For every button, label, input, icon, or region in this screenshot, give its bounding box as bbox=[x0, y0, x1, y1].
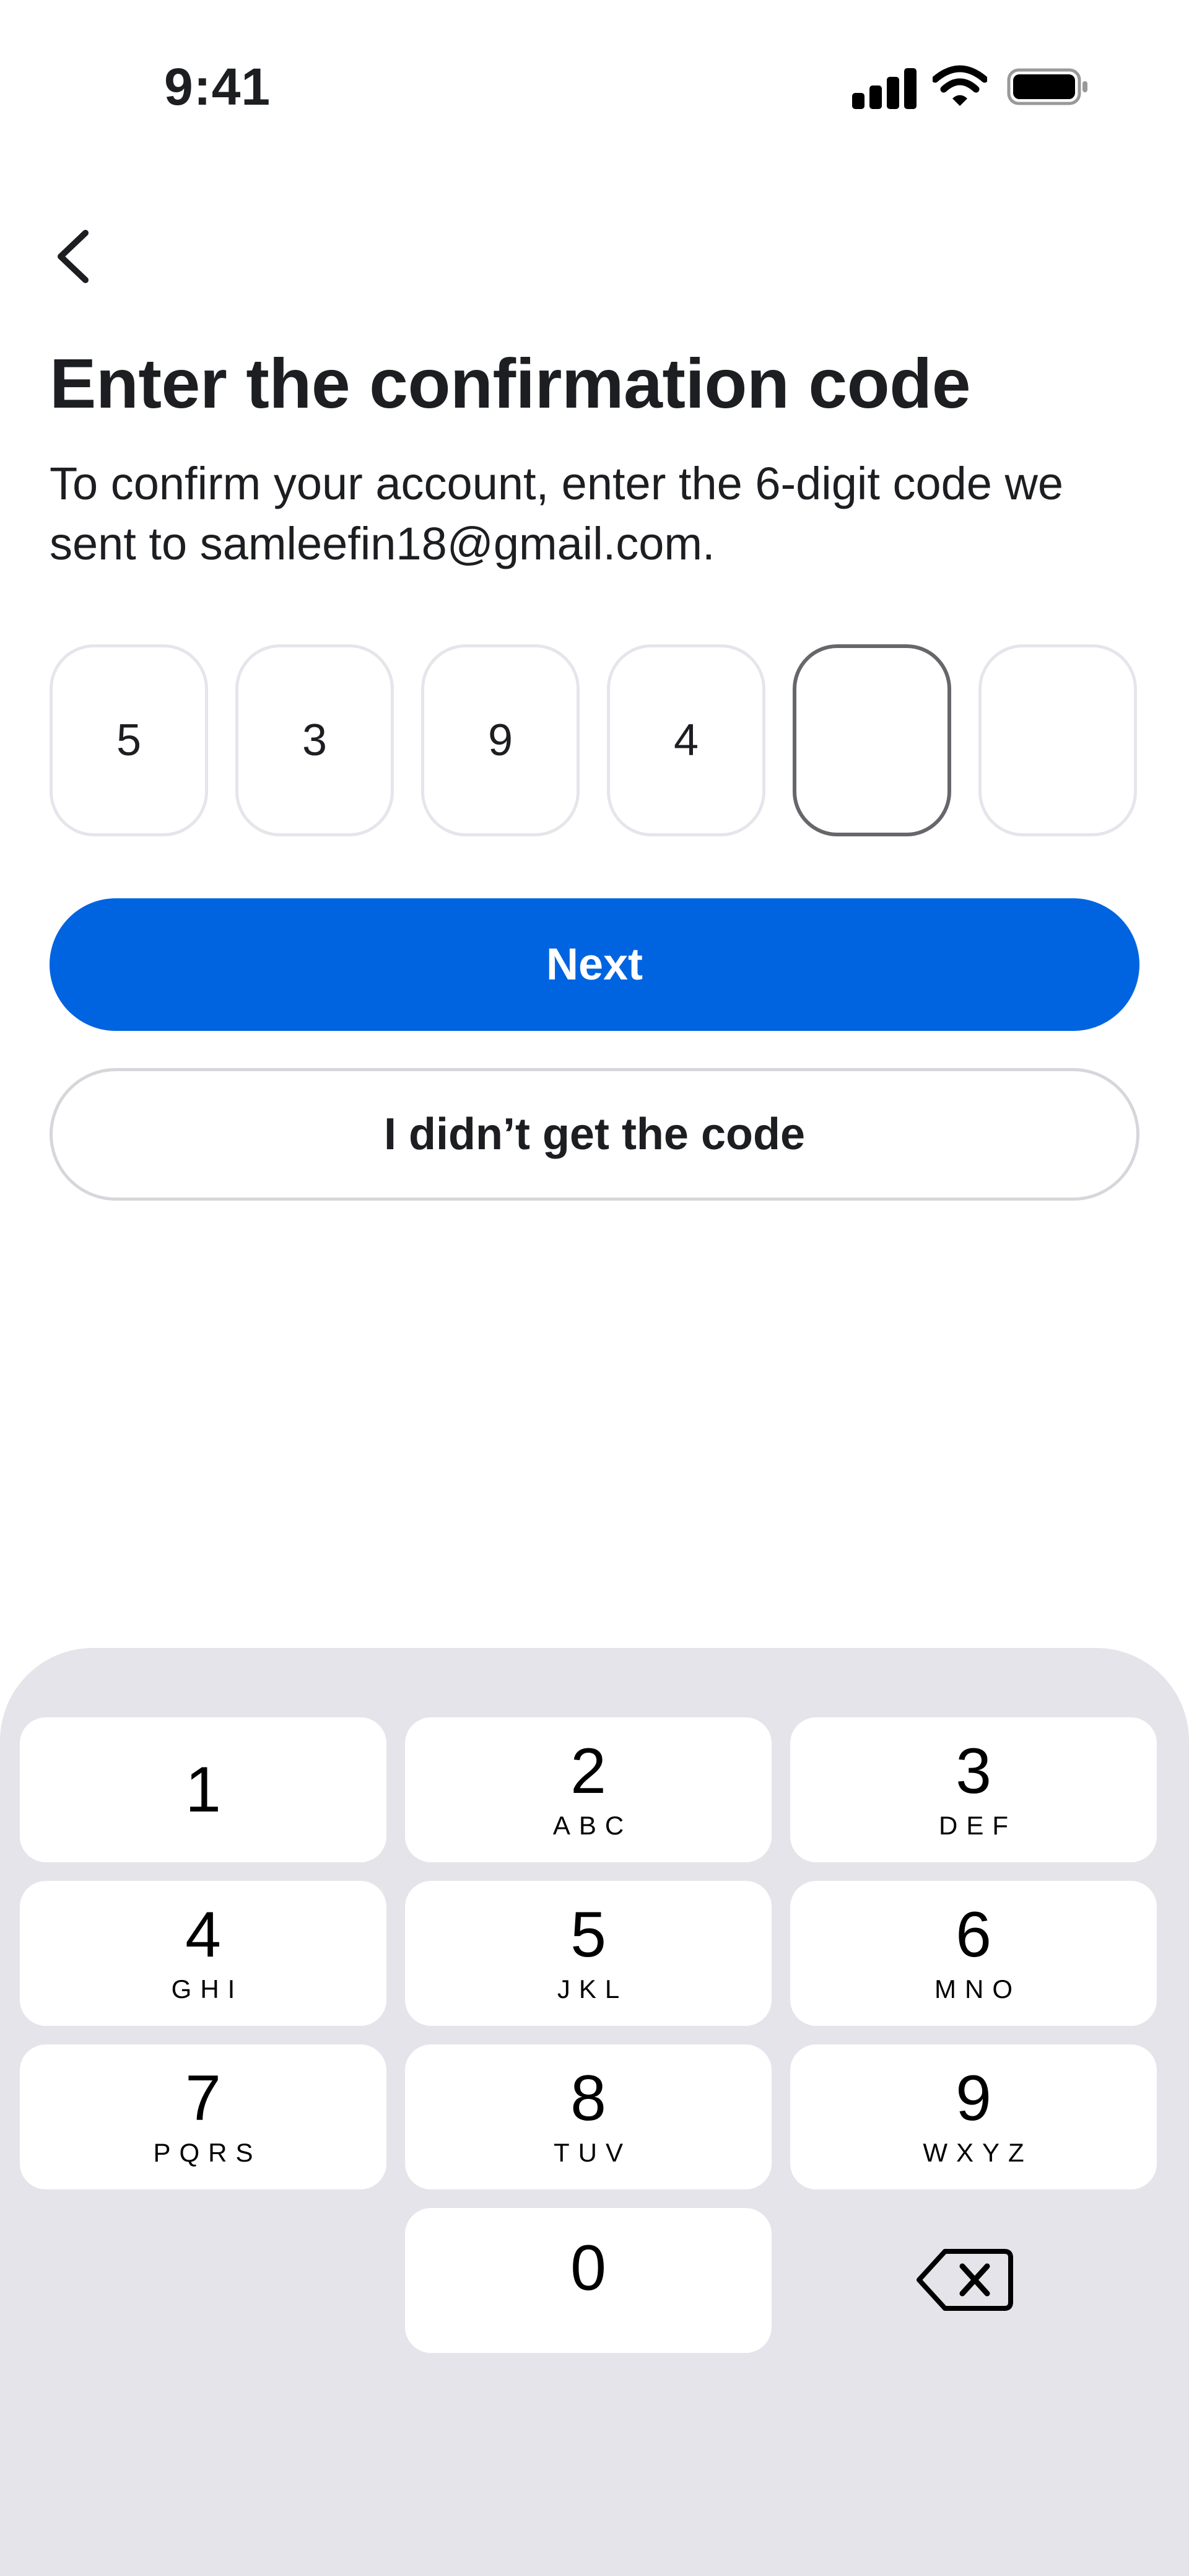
key-number: 8 bbox=[570, 2062, 606, 2134]
key-9[interactable]: 9 WXYZ bbox=[790, 2044, 1157, 2189]
key-number: 1 bbox=[185, 1754, 221, 1826]
resend-code-button[interactable]: I didn’t get the code bbox=[50, 1068, 1139, 1201]
back-chevron-icon[interactable] bbox=[48, 227, 99, 286]
key-number: 9 bbox=[956, 2062, 991, 2134]
backspace-icon[interactable] bbox=[914, 2243, 1016, 2317]
key-letters: WXYZ bbox=[923, 2138, 1033, 2167]
key-letters: MNO bbox=[934, 1974, 1021, 2004]
key-8[interactable]: 8 TUV bbox=[405, 2044, 772, 2189]
status-time: 9:41 bbox=[164, 58, 271, 116]
next-button[interactable]: Next bbox=[50, 898, 1139, 1031]
battery-icon bbox=[1007, 68, 1087, 105]
key-3[interactable]: 3 DEF bbox=[790, 1717, 1157, 1862]
key-letters: JKL bbox=[557, 1974, 629, 2004]
key-number: 3 bbox=[956, 1735, 991, 1807]
key-letters: DEF bbox=[939, 1811, 1017, 1840]
page-title: Enter the confirmation code bbox=[50, 344, 971, 423]
page-subtitle: To confirm your account, enter the 6-dig… bbox=[50, 458, 1064, 569]
key-5[interactable]: 5 JKL bbox=[405, 1881, 772, 2026]
key-4[interactable]: 4 GHI bbox=[20, 1881, 386, 2026]
key-letters: GHI bbox=[171, 1974, 244, 2004]
key-number: 7 bbox=[185, 2062, 221, 2134]
code-digit-2[interactable]: 3 bbox=[235, 644, 394, 836]
key-letters: PQRS bbox=[153, 2138, 262, 2167]
key-7[interactable]: 7 PQRS bbox=[20, 2044, 386, 2189]
key-number: 0 bbox=[570, 2232, 606, 2304]
key-0[interactable]: 0 bbox=[405, 2208, 772, 2353]
cellular-signal-icon bbox=[852, 67, 918, 109]
key-6[interactable]: 6 MNO bbox=[790, 1881, 1157, 2026]
key-number: 6 bbox=[956, 1899, 991, 1971]
key-number: 2 bbox=[570, 1735, 606, 1807]
key-number: 5 bbox=[570, 1899, 606, 1971]
key-1[interactable]: 1 bbox=[20, 1717, 386, 1862]
code-digit-4[interactable]: 4 bbox=[607, 644, 765, 836]
code-digit-3[interactable]: 9 bbox=[421, 644, 580, 836]
key-number: 4 bbox=[185, 1899, 221, 1971]
code-digit-1[interactable]: 5 bbox=[50, 644, 208, 836]
code-digit-6[interactable] bbox=[978, 644, 1137, 836]
wifi-icon bbox=[933, 65, 987, 106]
key-letters: ABC bbox=[552, 1811, 633, 1840]
key-letters: TUV bbox=[554, 2138, 632, 2167]
code-digit-5[interactable] bbox=[793, 644, 951, 836]
key-2[interactable]: 2 ABC bbox=[405, 1717, 772, 1862]
